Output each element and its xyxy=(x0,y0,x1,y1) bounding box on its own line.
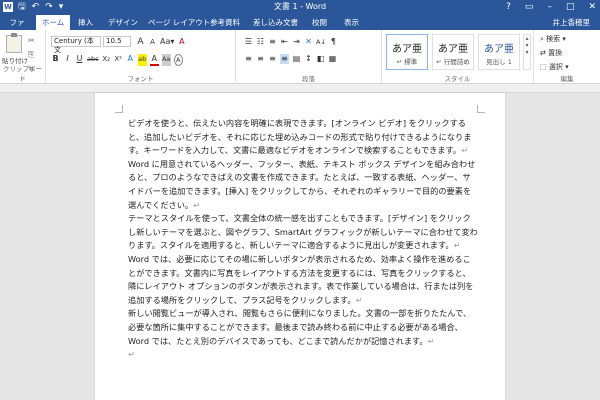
clipboard-label: クリップボード xyxy=(3,65,42,83)
minimize-icon[interactable]: – xyxy=(547,1,552,13)
style-no-spacing[interactable]: あア亜 ↵ 行間詰め xyxy=(432,34,474,70)
font-color-button[interactable]: A xyxy=(149,54,159,66)
paragraph-mark: ↵ xyxy=(355,294,363,305)
numbering-button[interactable]: ☷ xyxy=(256,37,265,47)
tab-home[interactable]: ホーム xyxy=(36,15,71,30)
bold-button[interactable]: B xyxy=(51,54,60,66)
editing-label: 編集 xyxy=(560,75,574,83)
shrink-font-button[interactable]: A xyxy=(148,37,157,47)
paragraph-mark: ↵ xyxy=(193,199,200,210)
clear-format-button[interactable]: A xyxy=(177,37,186,47)
title-bar: W 🖫 ↶ ↷ ▾ 文書 1 - Word ? ▭ – □ ✕ xyxy=(0,0,600,14)
document-area[interactable]: ビデオを使うと、伝えたい内容を明確に表現できます。[オンライン ビデオ] をクリ… xyxy=(0,93,600,400)
paragraph[interactable]: ↵ xyxy=(128,348,478,362)
font-size-select[interactable]: 10.5 xyxy=(103,36,131,47)
char-shading-button[interactable]: Aa xyxy=(161,54,171,66)
change-case-button[interactable]: Aa▾ xyxy=(160,37,174,47)
style-heading-1[interactable]: あア亜 見出し 1 xyxy=(478,34,520,70)
ribbon-display-icon[interactable]: ▭ xyxy=(525,1,534,13)
select-button[interactable]: ⬚ 選択 ▾ xyxy=(540,62,569,72)
sort-button[interactable]: A↓ xyxy=(316,37,326,47)
paragraph-mark: ↵ xyxy=(128,349,135,360)
style-normal[interactable]: あア亜 ↵ 標準 xyxy=(386,34,428,70)
tab-insert[interactable]: 挿入 xyxy=(72,15,99,30)
justify-button[interactable]: ≡ xyxy=(280,54,289,64)
tab-design[interactable]: デザイン xyxy=(102,15,144,30)
line-spacing-button[interactable]: ↕ xyxy=(304,54,313,64)
paste-icon[interactable] xyxy=(6,33,22,53)
paragraph-mark: ↵ xyxy=(461,145,468,156)
align-center-button[interactable]: ≡ xyxy=(256,54,265,64)
paragraph[interactable]: Word に用意されているヘッダー、フッター、表紙、テキスト ボックス デザイン… xyxy=(128,158,478,212)
paragraph[interactable]: ビデオを使うと、伝えたい内容を明確に表現できます。[オンライン ビデオ] をクリ… xyxy=(128,117,478,158)
grow-font-button[interactable]: A xyxy=(136,37,145,47)
paragraph-mark: ↵ xyxy=(453,240,461,251)
paragraph[interactable]: 新しい閲覧ビューが導入され、閲覧もさらに便利になりました。文書の一部を折りたたん… xyxy=(128,307,478,348)
find-button[interactable]: ⌕ 検索 ▾ xyxy=(540,34,569,44)
tab-references[interactable]: 参考資料 xyxy=(204,15,246,30)
styles-scroll-icon[interactable]: ▴ ▾ ▾ xyxy=(523,34,531,70)
italic-button[interactable]: I xyxy=(63,54,72,66)
paragraph-mark: ↵ xyxy=(427,335,435,346)
subscript-button[interactable]: X₂ xyxy=(102,54,111,66)
enclose-char-button[interactable]: A xyxy=(173,54,183,66)
user-name[interactable]: 井上香穂里 xyxy=(553,15,591,30)
bullets-button[interactable]: ☰ xyxy=(244,37,253,47)
help-icon[interactable]: ? xyxy=(506,1,511,13)
clipboard-group: 貼り付け ✂ ⎘ ✎ クリップボード xyxy=(0,30,46,84)
distributed-button[interactable]: ▤ xyxy=(292,54,301,64)
paragraph-group: ☰ ☷ ≡ ⇤ ⇥ ✕ A↓ ¶ ≡ ≡ ≡ ≡ ▤ ↕ ◧ ▦ 段落 xyxy=(236,30,382,84)
paragraph-label: 段落 xyxy=(302,75,315,83)
highlight-button[interactable]: ab xyxy=(137,54,147,66)
show-marks-button[interactable]: ¶ xyxy=(329,37,338,47)
tab-mailings[interactable]: 差し込み文書 xyxy=(247,15,304,30)
window-controls: ? ▭ – □ ✕ xyxy=(506,1,596,13)
superscript-button[interactable]: X² xyxy=(114,54,123,66)
ribbon: 貼り付け ✂ ⎘ ✎ クリップボード Century (本文 10.5 A A … xyxy=(0,30,600,84)
borders-button[interactable]: ▦ xyxy=(328,54,337,64)
cut-icon[interactable]: ✂ xyxy=(28,36,35,45)
paragraph[interactable]: Word では、必要に応じてその場に新しいボタンが表示されるため、効率よく操作を… xyxy=(128,253,478,307)
margin-corner-mark xyxy=(477,105,485,113)
styles-label: スタイル xyxy=(444,75,471,83)
multilevel-list-button[interactable]: ≡ xyxy=(268,37,277,47)
font-group: Century (本文 10.5 A A Aa▾ A B I U abc X₂ … xyxy=(46,30,236,84)
text-effects-button[interactable]: A xyxy=(126,54,135,66)
ribbon-tabs: ファイル ホーム 挿入 デザイン ページ レイアウト 参考資料 差し込み文書 校… xyxy=(0,14,600,42)
editing-group: ⌕ 検索 ▾ ⇄ 置換 ⬚ 選択 ▾ 編集 xyxy=(534,30,600,84)
asian-layout-button[interactable]: ✕ xyxy=(304,37,313,47)
page[interactable]: ビデオを使うと、伝えたい内容を明確に表現できます。[オンライン ビデオ] をクリ… xyxy=(95,93,505,400)
font-label: フォント xyxy=(127,75,154,83)
replace-button[interactable]: ⇄ 置換 xyxy=(540,48,569,58)
font-name-select[interactable]: Century (本文 xyxy=(51,36,101,54)
tab-view[interactable]: 表示 xyxy=(338,15,365,30)
close-icon[interactable]: ✕ xyxy=(588,1,596,13)
document-body[interactable]: ビデオを使うと、伝えたい内容を明確に表現できます。[オンライン ビデオ] をクリ… xyxy=(128,117,478,362)
paragraph[interactable]: テーマとスタイルを使って、文書全体の統一感を出すこともできます。[デザイン] を… xyxy=(128,212,478,253)
styles-group: あア亜 ↵ 標準 あア亜 ↵ 行間詰め あア亜 見出し 1 ▴ ▾ ▾ スタイル xyxy=(382,30,534,84)
select-icon: ⬚ xyxy=(540,63,549,71)
align-right-button[interactable]: ≡ xyxy=(268,54,277,64)
decrease-indent-button[interactable]: ⇤ xyxy=(280,37,289,47)
ribbon-separator xyxy=(0,84,600,93)
align-left-button[interactable]: ≡ xyxy=(244,54,253,64)
margin-corner-mark xyxy=(115,105,123,113)
strikethrough-button[interactable]: abc xyxy=(87,54,99,66)
tab-review[interactable]: 校閲 xyxy=(306,15,333,30)
replace-icon: ⇄ xyxy=(540,49,549,57)
copy-icon[interactable]: ⎘ xyxy=(28,50,35,60)
underline-button[interactable]: U xyxy=(75,54,84,66)
shading-button[interactable]: ◧ xyxy=(316,54,325,64)
tab-file[interactable]: ファイル xyxy=(0,15,34,42)
increase-indent-button[interactable]: ⇥ xyxy=(292,37,301,47)
maximize-icon[interactable]: □ xyxy=(566,1,575,13)
